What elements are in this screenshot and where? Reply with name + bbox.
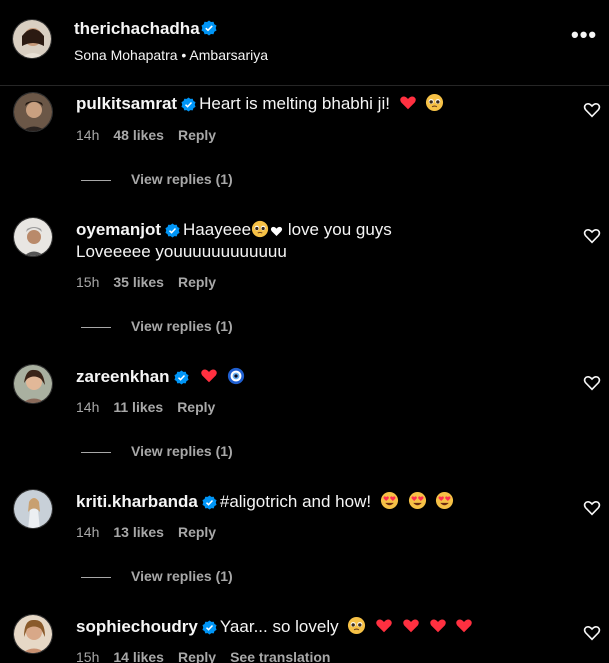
reply-button[interactable]: Reply <box>178 274 216 290</box>
red-heart-icon <box>399 94 417 118</box>
comment-time[interactable]: 15h <box>76 274 99 290</box>
like-comment-heart-icon[interactable] <box>583 227 601 245</box>
see-translation-link[interactable]: See translation <box>230 649 330 663</box>
comment-text: Yaar... so lovely <box>219 617 339 636</box>
comment-time[interactable]: 14h <box>76 127 99 143</box>
commenter-username[interactable]: kriti.kharbanda <box>76 492 198 511</box>
red-heart-icon <box>200 367 218 391</box>
verified-badge-icon <box>174 369 189 391</box>
red-heart-icon <box>402 617 420 641</box>
comment-likes[interactable]: 13 likes <box>113 524 164 540</box>
divider-line <box>81 179 111 181</box>
comment-time[interactable]: 14h <box>76 399 99 415</box>
post-author-username[interactable]: therichachadha <box>74 19 200 39</box>
red-heart-icon <box>375 617 393 641</box>
comment-text: Haayeee <box>183 220 252 239</box>
like-comment-heart-icon[interactable] <box>583 101 601 119</box>
commenter-avatar[interactable] <box>13 489 53 529</box>
post-audio-location[interactable]: Sona Mohapatra • Ambarsariya <box>74 47 268 63</box>
like-comment-heart-icon[interactable] <box>583 624 601 642</box>
comment-time[interactable]: 14h <box>76 524 99 540</box>
heart-eyes-icon <box>380 491 399 516</box>
comment-text: Heart is melting bhabhi ji! <box>199 94 390 113</box>
view-replies-link[interactable]: View replies (1) <box>81 443 233 459</box>
pleading-face-icon <box>347 616 366 641</box>
heart-eyes-icon <box>408 491 427 516</box>
more-options-icon[interactable]: ••• <box>571 24 597 46</box>
red-heart-icon <box>455 617 473 641</box>
commenter-username[interactable]: sophiechoudry <box>76 617 198 636</box>
verified-badge-icon <box>202 494 217 516</box>
like-comment-heart-icon[interactable] <box>583 374 601 392</box>
view-replies-link[interactable]: View replies (1) <box>81 171 233 187</box>
verified-badge-icon <box>181 96 196 118</box>
commenter-avatar[interactable] <box>13 364 53 404</box>
commenter-avatar[interactable] <box>13 614 53 654</box>
view-replies-label: View replies (1) <box>131 171 233 187</box>
comment-likes[interactable]: 48 likes <box>113 127 164 143</box>
heart-eyes-icon <box>435 491 454 516</box>
post-header: therichachadha Sona Mohapatra • Ambarsar… <box>0 0 609 86</box>
reply-button[interactable]: Reply <box>178 127 216 143</box>
comment-time[interactable]: 15h <box>76 649 99 663</box>
view-replies-link[interactable]: View replies (1) <box>81 318 233 334</box>
reply-button[interactable]: Reply <box>178 649 216 663</box>
comment-likes[interactable]: 11 likes <box>113 399 163 415</box>
verified-badge-icon <box>202 619 217 641</box>
view-replies-label: View replies (1) <box>131 443 233 459</box>
comment-text: #aligotrich and how! <box>219 492 372 511</box>
commenter-username[interactable]: oyemanjot <box>76 220 161 239</box>
divider-line <box>81 451 111 453</box>
comment-text-line2: Loveeeee youuuuuuuuuuuu <box>76 242 287 261</box>
view-replies-link[interactable]: View replies (1) <box>81 568 233 584</box>
commenter-avatar[interactable] <box>13 92 53 132</box>
commenter-avatar[interactable] <box>13 217 53 257</box>
reply-button[interactable]: Reply <box>177 399 215 415</box>
like-comment-heart-icon[interactable] <box>583 499 601 517</box>
reply-button[interactable]: Reply <box>178 524 216 540</box>
commenter-username[interactable]: zareenkhan <box>76 367 170 386</box>
nazar-amulet-icon <box>227 367 245 391</box>
author-avatar[interactable] <box>12 19 52 59</box>
verified-badge-icon <box>201 20 217 41</box>
comment-likes[interactable]: 14 likes <box>113 649 164 663</box>
comment-likes[interactable]: 35 likes <box>113 274 164 290</box>
divider-line <box>81 576 111 578</box>
view-replies-label: View replies (1) <box>131 568 233 584</box>
pleading-face-icon <box>425 93 444 118</box>
view-replies-label: View replies (1) <box>131 318 233 334</box>
commenter-username[interactable]: pulkitsamrat <box>76 94 177 113</box>
red-heart-icon <box>429 617 447 641</box>
comment-text-continued: love you guys <box>287 220 392 239</box>
divider-line <box>81 326 111 328</box>
